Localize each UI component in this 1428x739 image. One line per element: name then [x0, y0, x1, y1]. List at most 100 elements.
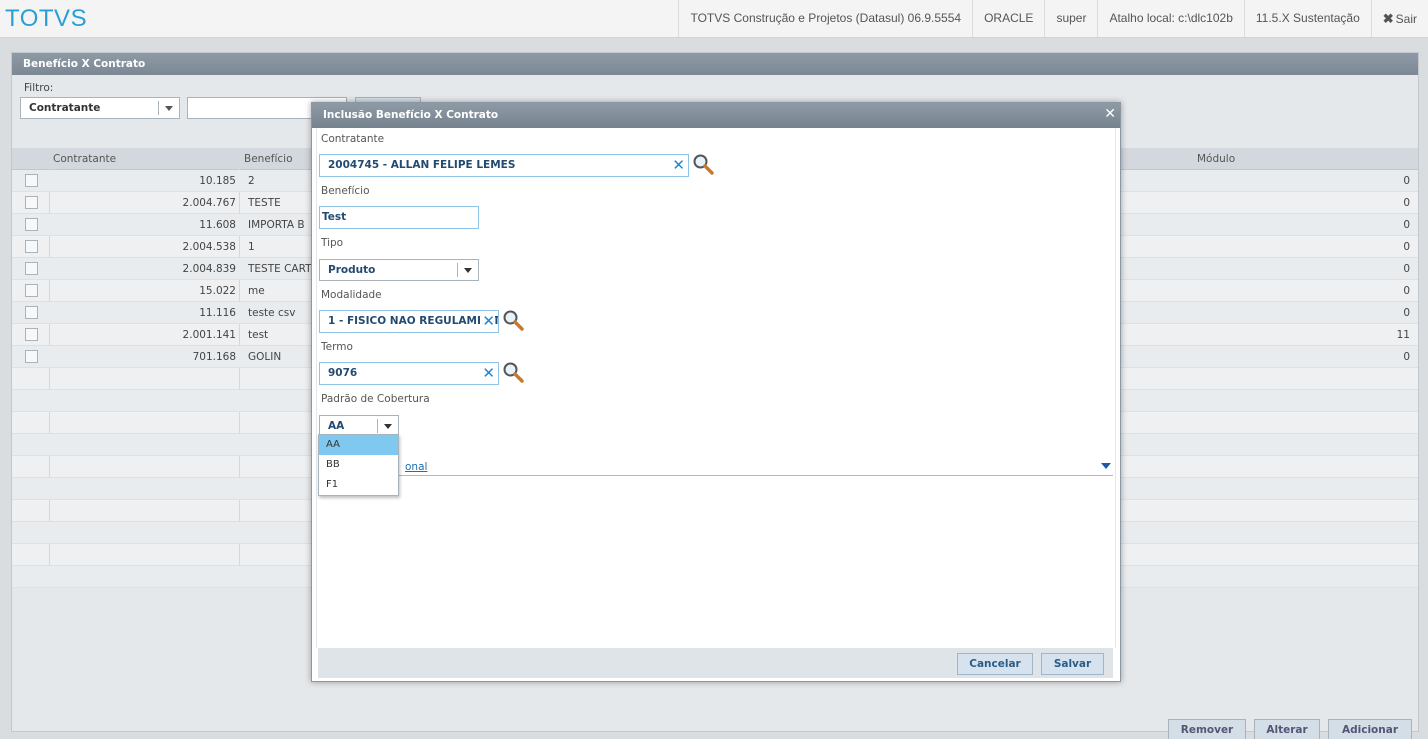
modal-footer: Cancelar Salvar: [318, 648, 1113, 678]
modalidade-label: Modalidade: [321, 289, 382, 301]
close-icon: ✖: [1382, 11, 1394, 26]
search-icon[interactable]: [502, 361, 524, 383]
cell-contratante: 2.001.141: [182, 329, 236, 341]
logout-label: Sair: [1395, 12, 1417, 26]
select-separator: [457, 263, 458, 277]
column-contratante[interactable]: Contratante: [53, 153, 116, 165]
cell-beneficio: test: [248, 329, 269, 341]
column-beneficio[interactable]: Benefício: [244, 153, 293, 165]
padrao-value: AA: [328, 420, 345, 432]
modal-title: Inclusão Benefício X Contrato: [323, 109, 499, 121]
row-checkbox[interactable]: [25, 306, 38, 319]
termo-field[interactable]: 9076 ✕: [319, 362, 499, 385]
row-checkbox[interactable]: [25, 284, 38, 297]
modal-title-bar: Inclusão Benefício X Contrato ✕: [312, 103, 1120, 128]
termo-value: 9076: [328, 367, 358, 379]
cell-modulo: 0: [1403, 241, 1410, 253]
close-icon[interactable]: ✕: [1104, 103, 1116, 125]
modal-body: Contratante 2004745 - ALLAN FELIPE LEMES…: [316, 128, 1116, 648]
cell-beneficio: 2: [248, 175, 255, 187]
cancel-button[interactable]: Cancelar: [957, 653, 1033, 675]
totvs-logo: TOTVS: [5, 5, 88, 32]
clear-icon[interactable]: ✕: [670, 155, 685, 176]
cell-contratante: 2.004.538: [182, 241, 236, 253]
filter-label: Filtro:: [24, 82, 54, 94]
row-checkbox[interactable]: [25, 196, 38, 209]
chevron-down-icon: [165, 106, 173, 111]
version: 11.5.X Sustentação: [1243, 0, 1371, 37]
dropdown-option[interactable]: BB: [319, 455, 398, 475]
cell-beneficio: me: [248, 285, 265, 297]
cell-contratante: 11.608: [199, 219, 236, 231]
contratante-value: 2004745 - ALLAN FELIPE LEMES: [328, 159, 516, 171]
cell-contratante: 701.168: [192, 351, 236, 363]
cell-beneficio: 1: [248, 241, 255, 253]
top-bar: TOTVS TOTVS Construção e Projetos (Datas…: [0, 0, 1428, 38]
cell-modulo: 0: [1403, 351, 1410, 363]
termo-label: Termo: [321, 341, 353, 353]
remove-button[interactable]: Remover: [1168, 719, 1246, 739]
shortcut-path: Atalho local: c:\dlc102b: [1097, 0, 1243, 37]
dropdown-option[interactable]: F1: [319, 475, 398, 495]
cell-modulo: 11: [1396, 329, 1410, 341]
cell-contratante: 10.185: [199, 175, 236, 187]
tipo-value: Produto: [328, 264, 376, 276]
cell-beneficio: IMPORTA B: [248, 219, 305, 231]
tipo-select[interactable]: Produto: [319, 259, 479, 281]
accordion-label[interactable]: onal: [405, 461, 427, 473]
contratante-field[interactable]: 2004745 - ALLAN FELIPE LEMES ✕: [319, 154, 689, 177]
chevron-down-icon: [464, 268, 472, 273]
select-separator: [158, 101, 159, 115]
filter-select-value: Contratante: [29, 102, 101, 114]
beneficio-value: Test: [322, 211, 347, 223]
cell-modulo: 0: [1403, 219, 1410, 231]
accordion-header[interactable]: onal: [319, 458, 1113, 476]
logout-button[interactable]: ✖ Sair: [1370, 0, 1428, 37]
add-button[interactable]: Adicionar: [1328, 719, 1412, 739]
search-icon[interactable]: [502, 309, 524, 331]
dropdown-option[interactable]: AA: [319, 435, 398, 455]
padrao-label: Padrão de Cobertura: [321, 393, 430, 405]
cell-modulo: 0: [1403, 263, 1410, 275]
row-checkbox[interactable]: [25, 262, 38, 275]
save-button[interactable]: Salvar: [1041, 653, 1104, 675]
cell-modulo: 0: [1403, 175, 1410, 187]
cell-beneficio: TESTE: [248, 197, 281, 209]
cell-contratante: 2.004.767: [182, 197, 236, 209]
cell-contratante: 2.004.839: [182, 263, 236, 275]
row-checkbox[interactable]: [25, 218, 38, 231]
product-name: TOTVS Construção e Projetos (Datasul) 06…: [678, 0, 972, 37]
cell-contratante: 15.022: [199, 285, 236, 297]
row-checkbox[interactable]: [25, 240, 38, 253]
row-checkbox[interactable]: [25, 174, 38, 187]
contratante-label: Contratante: [321, 133, 385, 145]
column-modulo[interactable]: Módulo: [1197, 153, 1235, 165]
cell-modulo: 0: [1403, 197, 1410, 209]
tipo-label: Tipo: [321, 237, 344, 249]
row-checkbox[interactable]: [25, 328, 38, 341]
cell-beneficio: TESTE CART: [248, 263, 312, 275]
database-name: ORACLE: [972, 0, 1044, 37]
cell-modulo: 0: [1403, 307, 1410, 319]
inclusao-modal: Inclusão Benefício X Contrato ✕ Contrata…: [311, 102, 1121, 682]
clear-icon[interactable]: ✕: [480, 311, 495, 332]
top-info: TOTVS Construção e Projetos (Datasul) 06…: [678, 0, 1428, 37]
user-name: super: [1044, 0, 1097, 37]
cell-beneficio: GOLIN: [248, 351, 282, 363]
modalidade-value: 1 - FISICO NAO REGULAMENTADO: [328, 315, 499, 327]
search-icon[interactable]: [692, 153, 714, 175]
chevron-down-icon[interactable]: [1101, 463, 1111, 469]
cell-contratante: 11.116: [199, 307, 236, 319]
filter-select[interactable]: Contratante: [20, 97, 180, 119]
cell-beneficio: teste csv: [248, 307, 296, 319]
row-checkbox[interactable]: [25, 350, 38, 363]
modalidade-field[interactable]: 1 - FISICO NAO REGULAMENTADO ✕: [319, 310, 499, 333]
panel-title: Benefício X Contrato: [12, 53, 1418, 75]
chevron-down-icon: [384, 424, 392, 429]
select-separator: [377, 419, 378, 433]
clear-icon[interactable]: ✕: [480, 363, 495, 384]
edit-button[interactable]: Alterar: [1254, 719, 1320, 739]
cell-modulo: 0: [1403, 285, 1410, 297]
padrao-dropdown-list: AA BB F1: [318, 434, 399, 496]
beneficio-field[interactable]: Test: [319, 206, 479, 229]
